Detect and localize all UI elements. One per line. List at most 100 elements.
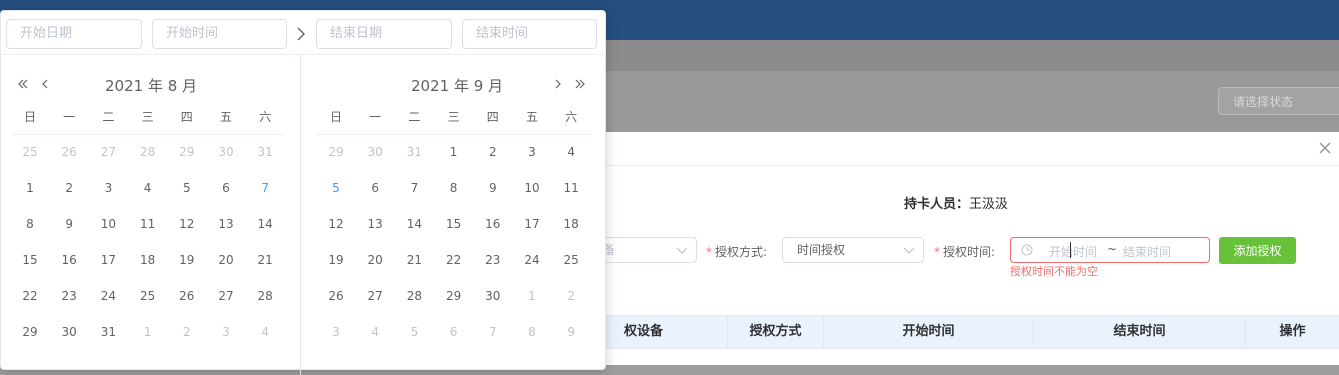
calendar-day[interactable]: 13 — [360, 214, 390, 234]
calendar-day[interactable]: 22 — [15, 286, 45, 306]
calendar-day[interactable]: 6 — [439, 322, 469, 342]
add-authorization-button[interactable]: 添加授权 — [1219, 237, 1296, 264]
calendar-day[interactable]: 30 — [360, 142, 390, 162]
calendar-day[interactable]: 30 — [478, 286, 508, 306]
calendar-day[interactable]: 24 — [517, 250, 547, 270]
calendar-day[interactable]: 27 — [93, 142, 123, 162]
calendar-day[interactable]: 28 — [250, 286, 280, 306]
calendar-day[interactable]: 5 — [399, 322, 429, 342]
calendar-day[interactable]: 25 — [133, 286, 163, 306]
calendar-day[interactable]: 4 — [133, 178, 163, 198]
calendar-day[interactable]: 18 — [556, 214, 586, 234]
calendar-day[interactable]: 1 — [517, 286, 547, 306]
close-icon[interactable] — [1317, 140, 1333, 156]
start-date-input[interactable]: 开始日期 — [6, 19, 142, 49]
calendar-day[interactable]: 27 — [360, 286, 390, 306]
calendar-day[interactable]: 24 — [93, 286, 123, 306]
calendar-day[interactable]: 19 — [321, 250, 351, 270]
next-month-icon[interactable] — [551, 77, 565, 91]
calendar-day[interactable]: 23 — [478, 250, 508, 270]
calendar-day[interactable]: 15 — [15, 250, 45, 270]
calendar-day[interactable]: 21 — [399, 250, 429, 270]
calendar-day[interactable]: 11 — [556, 178, 586, 198]
calendar-day[interactable]: 27 — [211, 286, 241, 306]
calendar-day[interactable]: 14 — [250, 214, 280, 234]
calendar-day[interactable]: 10 — [517, 178, 547, 198]
calendar-day[interactable]: 1 — [133, 322, 163, 342]
calendar-day[interactable]: 8 — [517, 322, 547, 342]
calendar-day[interactable]: 20 — [211, 250, 241, 270]
calendar-day[interactable]: 3 — [321, 322, 351, 342]
weekday-label: 日 — [23, 110, 36, 124]
calendar-day[interactable]: 31 — [250, 142, 280, 162]
calendar-day[interactable]: 17 — [517, 214, 547, 234]
calendar-day[interactable]: 29 — [172, 142, 202, 162]
calendar-day[interactable]: 3 — [93, 178, 123, 198]
end-time-input[interactable]: 结束时间 — [462, 19, 597, 49]
next-year-icon[interactable] — [573, 77, 587, 91]
calendar-day[interactable]: 26 — [54, 142, 84, 162]
calendar-day[interactable]: 20 — [360, 250, 390, 270]
calendar-day[interactable]: 29 — [15, 322, 45, 342]
calendar-day[interactable]: 8 — [15, 214, 45, 234]
calendar-day[interactable]: 8 — [439, 178, 469, 198]
calendar-day[interactable]: 3 — [517, 142, 547, 162]
calendar-day[interactable]: 1 — [15, 178, 45, 198]
prev-month-icon[interactable] — [38, 77, 52, 91]
calendar-day[interactable]: 30 — [54, 322, 84, 342]
range-start-input[interactable]: 开始时间 — [1049, 243, 1097, 260]
calendar-day[interactable]: 2 — [556, 286, 586, 306]
calendar-day[interactable]: 4 — [360, 322, 390, 342]
calendar-day[interactable]: 29 — [439, 286, 469, 306]
calendar-day[interactable]: 2 — [172, 322, 202, 342]
calendar-day[interactable]: 9 — [556, 322, 586, 342]
calendar-day[interactable]: 7 — [250, 178, 280, 198]
calendar-day[interactable]: 28 — [399, 286, 429, 306]
calendar-day[interactable]: 2 — [478, 142, 508, 162]
calendar-day[interactable]: 30 — [211, 142, 241, 162]
calendar-day[interactable]: 17 — [93, 250, 123, 270]
calendar-day[interactable]: 14 — [399, 214, 429, 234]
start-time-input[interactable]: 开始时间 — [152, 19, 287, 49]
prev-year-icon[interactable] — [16, 77, 30, 91]
calendar-day[interactable]: 5 — [321, 178, 351, 198]
calendar-day[interactable]: 19 — [172, 250, 202, 270]
calendar-day[interactable]: 18 — [133, 250, 163, 270]
calendar-day[interactable]: 10 — [93, 214, 123, 234]
calendar-day[interactable]: 11 — [133, 214, 163, 234]
calendar-day[interactable]: 12 — [321, 214, 351, 234]
calendar-day[interactable]: 22 — [439, 250, 469, 270]
calendar-day[interactable]: 29 — [321, 142, 351, 162]
calendar-day[interactable]: 31 — [399, 142, 429, 162]
calendar-day[interactable]: 15 — [439, 214, 469, 234]
calendar-day[interactable]: 16 — [54, 250, 84, 270]
calendar-day[interactable]: 6 — [360, 178, 390, 198]
calendar-day[interactable]: 9 — [54, 214, 84, 234]
calendar-day[interactable]: 23 — [54, 286, 84, 306]
calendar-day[interactable]: 26 — [172, 286, 202, 306]
calendar-day[interactable]: 7 — [478, 322, 508, 342]
calendar-day[interactable]: 26 — [321, 286, 351, 306]
calendar-day[interactable]: 3 — [211, 322, 241, 342]
calendar-day[interactable]: 7 — [399, 178, 429, 198]
status-filter-select[interactable]: 请选择状态 — [1218, 87, 1339, 115]
calendar-day[interactable]: 16 — [478, 214, 508, 234]
calendar-day[interactable]: 1 — [439, 142, 469, 162]
calendar-day[interactable]: 28 — [133, 142, 163, 162]
calendar-day[interactable]: 13 — [211, 214, 241, 234]
calendar-day[interactable]: 4 — [250, 322, 280, 342]
calendar-day[interactable]: 2 — [54, 178, 84, 198]
calendar-day[interactable]: 25 — [556, 250, 586, 270]
calendar-day[interactable]: 4 — [556, 142, 586, 162]
end-date-input[interactable]: 结束日期 — [316, 19, 452, 49]
calendar-day[interactable]: 6 — [211, 178, 241, 198]
calendar-day[interactable]: 9 — [478, 178, 508, 198]
method-select[interactable]: 时间授权 — [782, 237, 924, 263]
calendar-day[interactable]: 31 — [93, 322, 123, 342]
time-range-input[interactable]: 开始时间 ~ 结束时间 — [1010, 237, 1210, 263]
range-end-input[interactable]: 结束时间 — [1123, 243, 1171, 260]
calendar-day[interactable]: 12 — [172, 214, 202, 234]
calendar-day[interactable]: 25 — [15, 142, 45, 162]
calendar-day[interactable]: 21 — [250, 250, 280, 270]
calendar-day[interactable]: 5 — [172, 178, 202, 198]
